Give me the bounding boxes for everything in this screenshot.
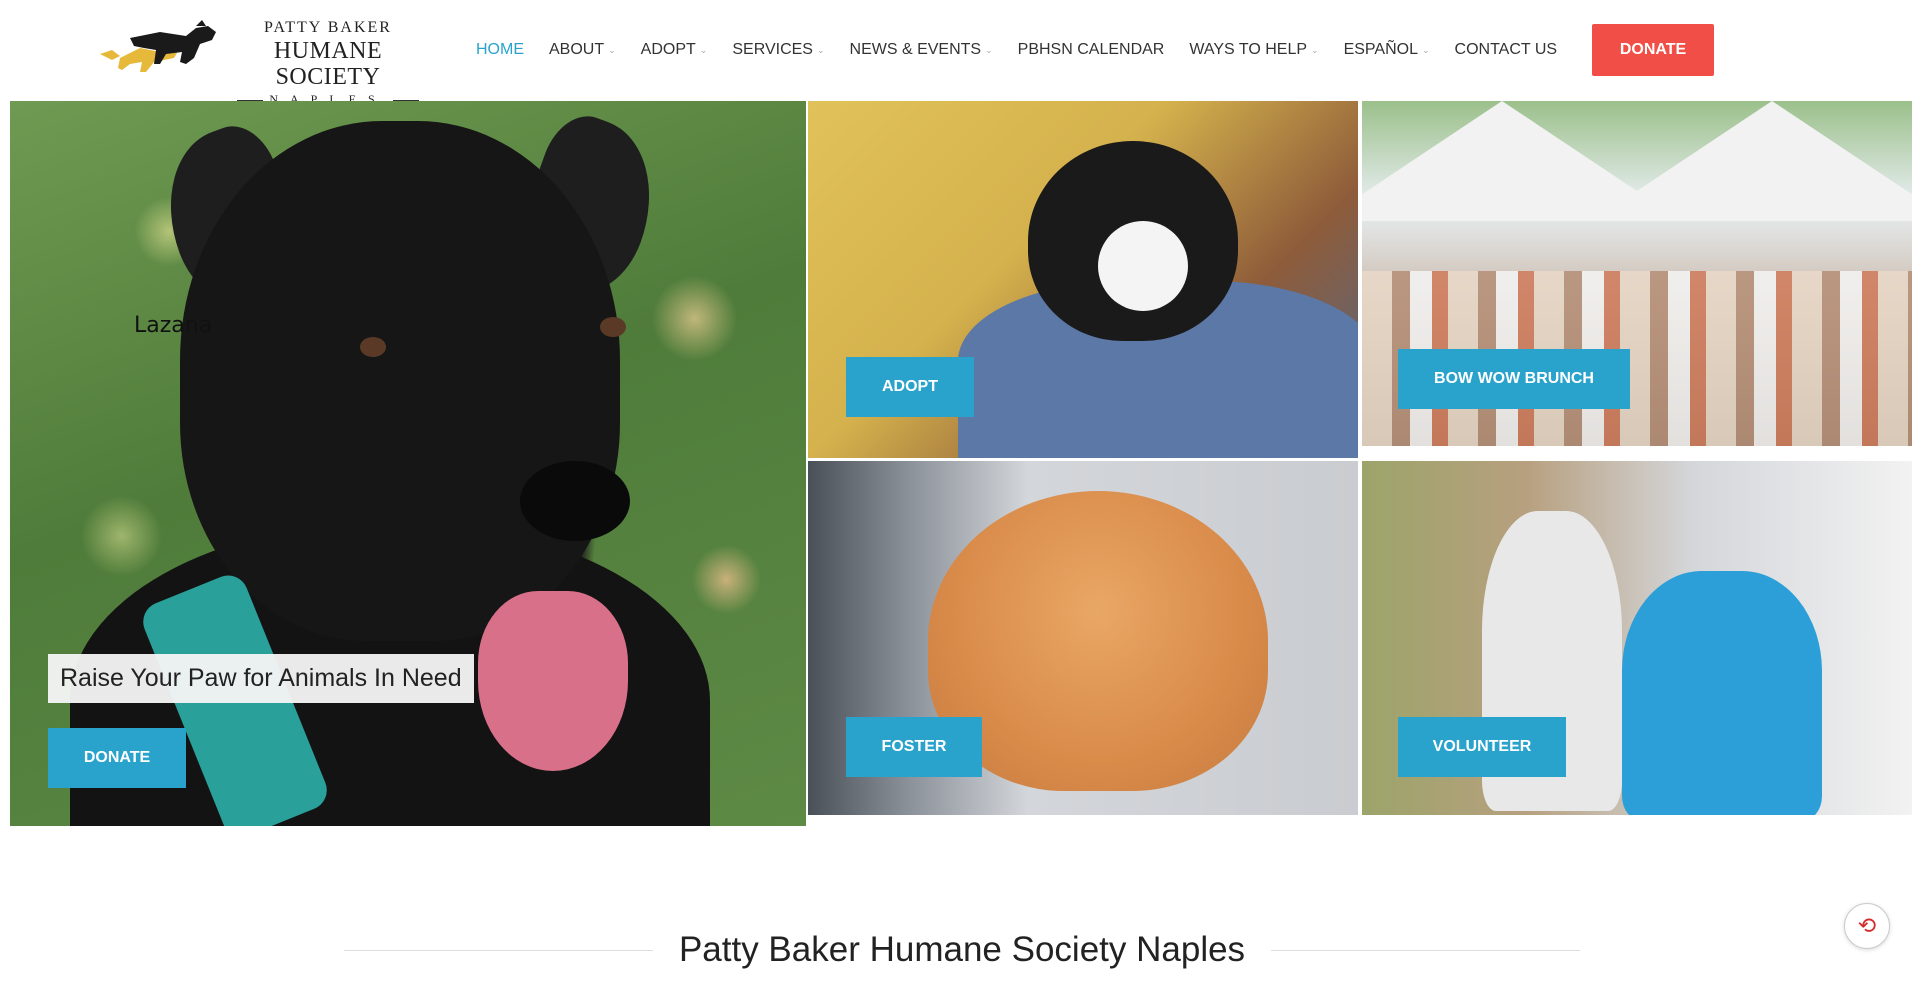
nav-services[interactable]: SERVICES ⌄: [732, 41, 824, 59]
chevron-down-icon: ⌄: [985, 44, 993, 55]
bow-wow-brunch-button[interactable]: BOW WOW BRUNCH: [1398, 349, 1630, 409]
chevron-down-icon: ⌄: [608, 44, 616, 55]
main-nav: HOME ABOUT ⌄ ADOPT ⌄ SERVICES ⌄ NEWS & EVEN…: [476, 0, 1582, 100]
dog-tongue-shape: [478, 591, 628, 771]
nav-contact-us[interactable]: CONTACT US: [1455, 41, 1558, 59]
site-header: PATTY BAKER HUMANE SOCIETY NAPLES HOME A…: [0, 0, 1920, 106]
nav-pbhsn-calendar[interactable]: PBHSN CALENDAR: [1018, 41, 1165, 59]
dog-cat-logo-icon: [100, 20, 216, 72]
nav-about[interactable]: ABOUT ⌄: [549, 41, 616, 59]
logo-line-1: PATTY BAKER: [264, 19, 392, 36]
site-logo[interactable]: PATTY BAKER HUMANE SOCIETY NAPLES: [90, 14, 430, 106]
dog-head-shape: [180, 121, 620, 641]
pet-name-label: Lazana: [134, 313, 213, 338]
volunteer-shirt-shape: [1622, 571, 1822, 815]
volunteer-button[interactable]: VOLUNTEER: [1398, 717, 1566, 777]
hero-caption: Raise Your Paw for Animals In Need: [48, 654, 474, 703]
foster-button[interactable]: FOSTER: [846, 717, 982, 777]
nav-home[interactable]: HOME: [476, 41, 524, 59]
chevron-down-icon: ⌄: [816, 44, 825, 55]
chevron-down-icon: ⌄: [1421, 44, 1430, 55]
divider: [1271, 949, 1581, 951]
nav-ways-to-help[interactable]: WAYS TO HELP ⌄: [1189, 41, 1318, 59]
dog-eye-left: [360, 337, 386, 357]
brunch-tile[interactable]: BOW WOW BRUNCH: [1362, 101, 1912, 446]
hero-dog-image: Lazana Raise Your Paw for Animals In Nee…: [10, 101, 806, 826]
adopt-tile[interactable]: ADOPT: [808, 101, 1358, 458]
cat-face-shape: [1098, 221, 1188, 311]
hero-donate-button[interactable]: DONATE: [48, 728, 186, 788]
chevron-down-icon: ⌄: [1311, 44, 1319, 55]
foster-tile[interactable]: FOSTER: [808, 461, 1358, 815]
dog-nose-shape: [520, 461, 630, 541]
nav-adopt[interactable]: ADOPT ⌄: [641, 41, 708, 59]
section-heading: Patty Baker Humane Society Naples: [344, 920, 1581, 980]
nav-espanol[interactable]: ESPAÑOL ⌄: [1344, 41, 1430, 59]
nav-news-events[interactable]: NEWS & EVENTS ⌄: [850, 41, 993, 59]
divider: [344, 949, 653, 951]
header-donate-button[interactable]: DONATE: [1592, 24, 1714, 76]
chevron-down-icon: ⌄: [699, 44, 708, 55]
pdf-icon[interactable]: ⟲: [1844, 903, 1890, 949]
dog-eye-right: [600, 317, 626, 337]
logo-line-2: HUMANE SOCIETY: [273, 38, 383, 90]
umbrella-shape: [1592, 101, 1912, 221]
volunteer-tile[interactable]: VOLUNTEER: [1362, 461, 1912, 815]
section-title: Patty Baker Humane Society Naples: [678, 930, 1246, 969]
adopt-button[interactable]: ADOPT: [846, 357, 974, 417]
